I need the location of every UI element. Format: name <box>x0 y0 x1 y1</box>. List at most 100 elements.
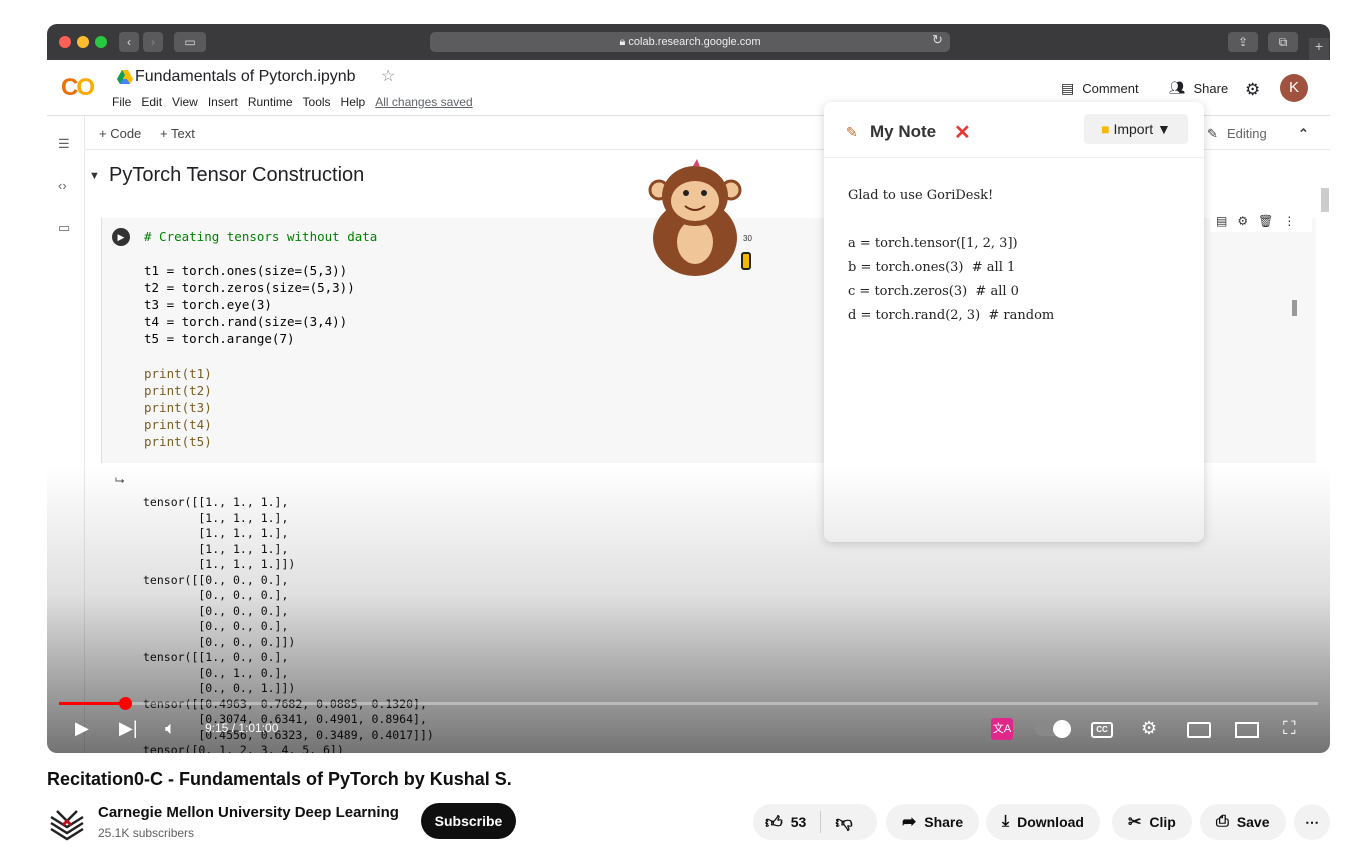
note-line[interactable]: c = torch.zeros(3) # all 0 <box>848 284 1019 299</box>
sidebar-toggle-icon[interactable]: ▭ <box>174 32 206 52</box>
more-actions-icon[interactable]: ⋯ <box>1294 804 1330 840</box>
cell-scrollbar[interactable] <box>1292 300 1297 316</box>
address-bar[interactable]: 🔒︎ colab.research.google.com <box>430 32 950 52</box>
comment-cell-icon[interactable]: ▤ <box>1216 214 1227 228</box>
colab-logo[interactable]: CO <box>61 74 95 102</box>
note-line[interactable]: b = torch.ones(3) # all 1 <box>848 260 1015 275</box>
output-line: [0., 0., 0.], <box>143 588 289 602</box>
autoplay-toggle[interactable] <box>1035 720 1071 738</box>
note-pencil-icon: ✎ <box>846 124 858 140</box>
output-icon[interactable]: ⮡ <box>115 473 125 488</box>
note-line[interactable]: d = torch.rand(2, 3) # random <box>848 308 1054 323</box>
save-button[interactable]: ⎙ Save <box>1200 804 1286 840</box>
download-icon: ⤓ <box>1002 813 1010 830</box>
pet-battery-level: 30 <box>743 234 752 243</box>
monkey-mascot-icon[interactable] <box>645 158 745 278</box>
folder-icon[interactable]: ▭ <box>58 220 70 236</box>
progress-bar-played <box>59 702 125 705</box>
code-line: print(t4) <box>144 417 212 432</box>
theater-mode-icon[interactable] <box>1235 722 1259 738</box>
share-page-icon[interactable]: ⇪ <box>1228 32 1258 52</box>
page-scrollbar[interactable] <box>1321 188 1329 212</box>
progress-bar[interactable] <box>59 702 1318 705</box>
avatar[interactable]: K <box>1280 74 1308 102</box>
close-window-button[interactable] <box>59 36 71 48</box>
delete-cell-icon[interactable]: 🗑︎ <box>1258 214 1273 228</box>
code-snippets-icon[interactable]: ‹› <box>58 178 67 193</box>
left-rail: ☰ ‹› ▭ <box>47 116 85 753</box>
minimize-window-button[interactable] <box>77 36 89 48</box>
save-status[interactable]: All changes saved <box>375 95 472 109</box>
zoom-window-button[interactable] <box>95 36 107 48</box>
add-code-button[interactable]: + Code <box>99 126 141 141</box>
code-line: t3 = torch.eye(3) <box>144 297 272 312</box>
menu-view[interactable]: View <box>172 95 198 109</box>
notebook-title[interactable]: Fundamentals of Pytorch.ipynb <box>135 68 356 86</box>
note-line[interactable]: Glad to use GoriDesk! <box>848 188 993 203</box>
menu-file[interactable]: File <box>112 95 131 109</box>
menu-help[interactable]: Help <box>341 95 366 109</box>
close-icon[interactable]: ✕ <box>954 120 971 145</box>
note-header: ✎ My Note ✕ ■ Import ▼ <box>824 102 1204 158</box>
menu-tools[interactable]: Tools <box>303 95 331 109</box>
forward-icon[interactable]: › <box>143 32 163 52</box>
output-line: [0.3074, 0.6341, 0.4901, 0.8964], <box>143 712 427 726</box>
menu-runtime[interactable]: Runtime <box>248 95 293 109</box>
thumbs-down-icon[interactable]: 👎︎ <box>835 812 852 833</box>
run-cell-button[interactable]: ▶ <box>112 228 130 246</box>
subscriber-count: 25.1K subscribers <box>98 826 195 840</box>
back-icon[interactable]: ‹ <box>119 32 139 52</box>
cell-settings-icon[interactable]: ⚙ <box>1237 214 1248 228</box>
add-text-button[interactable]: + Text <box>160 126 195 141</box>
like-count[interactable]: 53 <box>791 814 807 830</box>
editing-mode-label[interactable]: Editing <box>1227 126 1267 141</box>
output-line: tensor([[0., 0., 0.], <box>143 572 289 587</box>
miniplayer-icon[interactable] <box>1187 722 1211 738</box>
channel-avatar[interactable] <box>47 803 87 843</box>
like-dislike-group: 👍︎ 53 👎︎ <box>753 804 877 840</box>
progress-scrubber[interactable] <box>119 697 132 710</box>
thumbs-up-icon[interactable]: 👍︎ <box>765 812 783 833</box>
video-player[interactable]: ‹ › ▭ 🔒︎ colab.research.google.com ↻ ⇪ ⧉… <box>47 24 1330 753</box>
note-line[interactable]: a = torch.tensor([1, 2, 3]) <box>848 236 1018 251</box>
next-video-icon[interactable]: ▶| <box>119 718 138 739</box>
play-icon[interactable]: ▶ <box>75 718 89 739</box>
table-of-contents-icon[interactable]: ☰ <box>58 136 70 152</box>
new-tab-icon[interactable]: + <box>1309 38 1329 60</box>
code-line: print(t3) <box>144 400 212 415</box>
translate-icon[interactable]: 文A <box>991 718 1013 740</box>
collapse-chevron-icon[interactable]: ⌃ <box>1298 126 1309 142</box>
clip-button[interactable]: ✂ Clip <box>1112 804 1192 840</box>
output-line: [0., 0., 1.]]) <box>143 681 296 695</box>
share-button[interactable]: ➦ Share <box>886 804 980 840</box>
download-button[interactable]: ⤓ Download <box>986 804 1100 840</box>
volume-icon[interactable]: 🔈︎ <box>165 718 176 739</box>
star-icon[interactable]: ☆ <box>381 66 395 86</box>
reload-icon[interactable]: ↻ <box>932 32 943 48</box>
code-line: t2 = torch.zeros(size=(5,3)) <box>144 280 355 295</box>
menu-edit[interactable]: Edit <box>141 95 162 109</box>
menu-insert[interactable]: Insert <box>208 95 238 109</box>
output-line: [1., 1., 1.], <box>143 510 289 525</box>
channel-name[interactable]: Carnegie Mellon University Deep Learning <box>98 804 399 821</box>
address-text: colab.research.google.com <box>628 36 761 48</box>
more-options-icon[interactable]: ⋮ <box>1283 214 1295 228</box>
subtitles-icon[interactable]: CC <box>1091 722 1113 738</box>
settings-icon[interactable]: ⚙ <box>1141 718 1157 739</box>
colab-share-button[interactable]: 👥︎ Share <box>1169 80 1228 96</box>
output-line: [1., 1., 1.], <box>143 541 289 556</box>
section-collapse-caret-icon[interactable]: ▼ <box>89 170 100 182</box>
tabs-icon[interactable]: ⧉ <box>1268 32 1298 52</box>
scissors-icon: ✂ <box>1128 814 1142 831</box>
lock-icon: 🔒︎ <box>619 36 626 48</box>
import-button[interactable]: ■ Import ▼ <box>1084 114 1188 144</box>
settings-gear-icon[interactable]: ⚙ <box>1245 80 1260 100</box>
code-line: t5 = torch.arange(7) <box>144 331 295 346</box>
comment-button[interactable]: ▤ Comment <box>1061 80 1139 97</box>
subscribe-button[interactable]: Subscribe <box>421 803 516 839</box>
output-line: [0., 1., 0.], <box>143 665 289 680</box>
output-line: [1., 1., 1.], <box>143 526 289 540</box>
fullscreen-icon[interactable]: ⛶ <box>1283 718 1296 739</box>
output-line: tensor([[1., 0., 0.], <box>143 650 289 664</box>
video-time: 9:15 / 1:01:00 <box>205 721 279 735</box>
